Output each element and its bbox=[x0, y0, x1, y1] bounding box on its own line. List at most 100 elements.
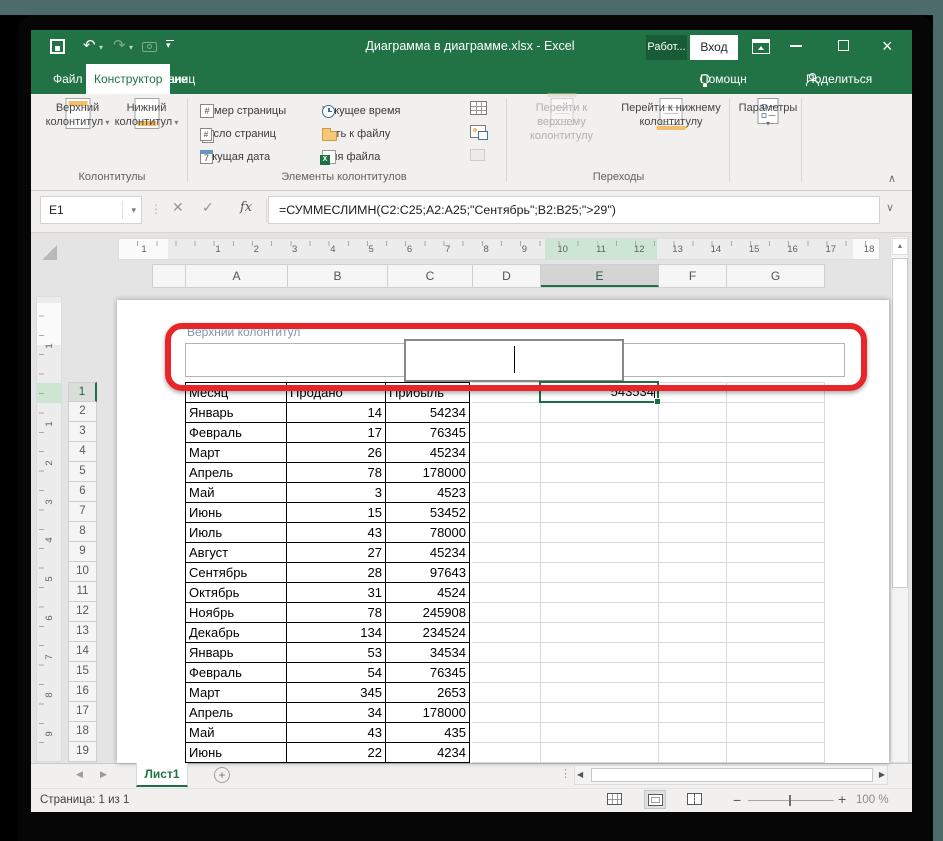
table-cell[interactable]: Ноябрь bbox=[186, 603, 287, 623]
table-cell[interactable]: Декабрь bbox=[186, 623, 287, 643]
table-cell[interactable]: Февраль bbox=[186, 663, 287, 683]
row-header-12[interactable]: 12 bbox=[68, 602, 97, 622]
undo-dropdown-icon[interactable]: ▾ bbox=[99, 43, 103, 52]
page-layout-view-button[interactable] bbox=[644, 790, 666, 809]
table-cell[interactable]: 76345 bbox=[386, 663, 470, 683]
zoom-slider-track[interactable] bbox=[748, 800, 834, 801]
row-header-1[interactable]: 1 bbox=[68, 382, 97, 402]
fill-handle[interactable] bbox=[654, 398, 661, 405]
row-header-18[interactable]: 18 bbox=[68, 722, 97, 742]
table-cell[interactable]: 53 bbox=[287, 643, 386, 663]
column-header-F[interactable]: F bbox=[659, 265, 727, 287]
table-cell[interactable]: Март bbox=[186, 443, 287, 463]
row-header-13[interactable]: 13 bbox=[68, 622, 97, 642]
vertical-scrollbar[interactable]: ▲ bbox=[890, 236, 909, 763]
row-header-17[interactable]: 17 bbox=[68, 702, 97, 722]
header-button[interactable]: Верхний колонтитул bbox=[44, 98, 111, 168]
table-cell[interactable]: 28 bbox=[287, 563, 386, 583]
table-cell[interactable]: 43 bbox=[287, 723, 386, 743]
options-button[interactable]: Параметры bbox=[737, 98, 799, 168]
row-header-3[interactable]: 3 bbox=[68, 422, 97, 442]
table-cell[interactable]: Апрель bbox=[186, 463, 287, 483]
save-icon[interactable] bbox=[50, 39, 65, 54]
table-cell[interactable]: Июнь bbox=[186, 503, 287, 523]
goto-footer-button[interactable]: Перейти к нижнему колонтитулу bbox=[615, 98, 727, 168]
table-cell[interactable]: 45234 bbox=[386, 443, 470, 463]
normal-view-button[interactable] bbox=[604, 790, 626, 809]
table-cell[interactable]: 34534 bbox=[386, 643, 470, 663]
element-button-5[interactable]: Имя файла bbox=[320, 147, 380, 167]
table-cell[interactable]: Март bbox=[186, 683, 287, 703]
row-header-10[interactable]: 10 bbox=[68, 562, 97, 582]
zoom-level[interactable]: 100 % bbox=[856, 794, 889, 806]
scroll-up-icon[interactable]: ▲ bbox=[892, 238, 908, 255]
table-cell[interactable]: Январь bbox=[186, 643, 287, 663]
table-cell[interactable]: Август bbox=[186, 543, 287, 563]
table-cell[interactable]: 78 bbox=[287, 463, 386, 483]
sign-in-button[interactable]: Вход bbox=[690, 35, 738, 60]
table-cell[interactable]: 54 bbox=[287, 663, 386, 683]
row-header-14[interactable]: 14 bbox=[68, 642, 97, 662]
name-box-dropdown-icon[interactable]: ▾ bbox=[131, 197, 136, 223]
table-cell[interactable]: Июль bbox=[186, 523, 287, 543]
table-cell[interactable]: 27 bbox=[287, 543, 386, 563]
row-header-8[interactable]: 8 bbox=[68, 522, 97, 542]
insert-function-icon[interactable]: fx bbox=[240, 200, 252, 215]
table-cell[interactable]: 78000 bbox=[386, 523, 470, 543]
sheet-nav-left-icon[interactable]: ◀ bbox=[76, 769, 83, 780]
share-button[interactable]: Поделиться bbox=[806, 64, 872, 94]
column-header-B[interactable]: B bbox=[288, 265, 388, 287]
table-cell[interactable]: Январь bbox=[186, 403, 287, 423]
table-cell[interactable]: 76345 bbox=[386, 423, 470, 443]
table-cell[interactable]: 3 bbox=[287, 483, 386, 503]
table-cell[interactable]: 54234 bbox=[386, 403, 470, 423]
vertical-scroll-thumb[interactable] bbox=[892, 258, 908, 588]
element-button-4[interactable]: Путь к файлу bbox=[322, 124, 390, 144]
formula-bar-handle[interactable]: ⋮ bbox=[150, 202, 162, 216]
table-cell[interactable]: 14 bbox=[287, 403, 386, 423]
column-header-D[interactable]: D bbox=[473, 265, 541, 287]
ribbon-tab-8[interactable]: Конструктор bbox=[86, 64, 171, 94]
row-header-15[interactable]: 15 bbox=[68, 662, 97, 682]
ribbon-display-options-icon[interactable] bbox=[752, 39, 770, 54]
expand-formula-bar-icon[interactable]: ∨ bbox=[886, 201, 894, 214]
row-header-4[interactable]: 4 bbox=[68, 442, 97, 462]
table-cell[interactable]: 4524 bbox=[386, 583, 470, 603]
sheet-table-icon[interactable] bbox=[470, 101, 487, 115]
table-cell[interactable]: Май bbox=[186, 483, 287, 503]
row-header-7[interactable]: 7 bbox=[68, 502, 97, 522]
column-header-A[interactable]: A bbox=[186, 265, 288, 287]
table-cell[interactable]: 178000 bbox=[386, 703, 470, 723]
table-cell[interactable]: Февраль bbox=[186, 423, 287, 443]
sheet-nav-right-icon[interactable]: ▶ bbox=[100, 769, 107, 780]
element-button-1[interactable]: # Число страниц bbox=[200, 124, 276, 144]
horizontal-scroll-thumb[interactable] bbox=[591, 768, 873, 782]
table-cell[interactable]: 34 bbox=[287, 703, 386, 723]
table-cell[interactable]: Октябрь bbox=[186, 583, 287, 603]
zoom-out-button[interactable]: − bbox=[733, 792, 741, 808]
close-button[interactable]: × bbox=[882, 34, 893, 58]
zoom-in-button[interactable]: + bbox=[838, 791, 846, 807]
row-header-9[interactable]: 9 bbox=[68, 542, 97, 562]
table-cell[interactable]: 4234 bbox=[386, 743, 470, 763]
scroll-left-icon[interactable]: ◀ bbox=[577, 770, 583, 779]
table-cell[interactable]: 234524 bbox=[386, 623, 470, 643]
table-cell[interactable]: 435 bbox=[386, 723, 470, 743]
picture-icon[interactable] bbox=[470, 125, 488, 140]
table-cell[interactable]: 345 bbox=[287, 683, 386, 703]
table-cell[interactable]: 178000 bbox=[386, 463, 470, 483]
table-cell[interactable]: 17 bbox=[287, 423, 386, 443]
table-cell[interactable]: Апрель bbox=[186, 703, 287, 723]
zoom-slider-thumb[interactable] bbox=[789, 795, 791, 806]
column-header-C[interactable]: C bbox=[388, 265, 473, 287]
table-cell[interactable]: 4523 bbox=[386, 483, 470, 503]
table-cell[interactable]: 15 bbox=[287, 503, 386, 523]
horizontal-scrollbar[interactable]: ◀ ▶ bbox=[574, 765, 888, 785]
enter-icon[interactable]: ✓ bbox=[202, 199, 214, 216]
undo-icon[interactable]: ↶ bbox=[83, 38, 96, 54]
tab-assistant[interactable]: Помощн bbox=[700, 64, 747, 94]
table-cell[interactable]: Сентябрь bbox=[186, 563, 287, 583]
table-cell[interactable]: 26 bbox=[287, 443, 386, 463]
row-header-16[interactable]: 16 bbox=[68, 682, 97, 702]
row-header-6[interactable]: 6 bbox=[68, 482, 97, 502]
